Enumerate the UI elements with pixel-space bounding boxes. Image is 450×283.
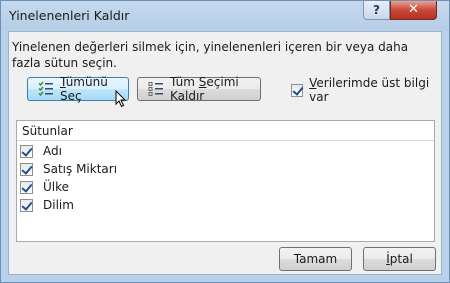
headers-checkbox[interactable]: Verilerimde üst bilgi var [291,76,441,104]
unselect-all-icon [148,81,164,97]
column-item-adi[interactable]: Adı [20,142,62,160]
unselect-all-label: Tüm Seçimi Kaldır [170,75,239,103]
column-item-ulke[interactable]: Ülke [20,178,69,196]
columns-list-header: Sütunlar [17,121,434,141]
ok-button-label: Tamam [293,252,338,266]
column-label: Adı [43,144,62,158]
cancel-button[interactable]: İptal [363,247,436,271]
cancel-button-label: İptal [386,252,413,266]
dialog-title: Yinelenenleri Kaldır [9,8,130,23]
select-all-icon [38,81,54,97]
column-checkbox[interactable] [20,198,33,212]
column-checkbox[interactable] [20,180,33,194]
mouse-pointer-icon [115,90,127,108]
ok-button[interactable]: Tamam [279,247,352,271]
dialog-client-area: Yinelenen değerleri silmek için, yinelen… [8,31,442,275]
help-button[interactable]: ? [363,1,390,20]
column-checkbox[interactable] [20,144,33,158]
column-item-dilim[interactable]: Dilim [20,196,74,214]
column-label: Ülke [43,180,70,194]
select-all-button[interactable]: Tümünü Seç [27,75,129,103]
column-label: Dilim [43,198,74,212]
column-item-satis-miktari[interactable]: Satış Miktarı [20,160,117,178]
column-checkbox[interactable] [20,162,33,176]
dialog-window: Yinelenenleri Kaldır ? ✕ Yinelenen değer… [0,0,450,283]
dialog-description: Yinelenen değerleri silmek için, yinelen… [12,40,409,70]
unselect-all-button[interactable]: Tüm Seçimi Kaldır [137,75,261,103]
close-button[interactable]: ✕ [390,1,437,20]
headers-checkbox-box[interactable] [291,83,304,97]
columns-list[interactable]: Sütunlar Adı Satış Miktarı Ülke Dilim [16,120,435,242]
title-bar[interactable]: Yinelenenleri Kaldır ? ✕ [1,1,449,31]
column-label: Satış Miktarı [43,162,118,176]
headers-checkbox-label: Verilerimde üst bilgi var [309,76,430,104]
